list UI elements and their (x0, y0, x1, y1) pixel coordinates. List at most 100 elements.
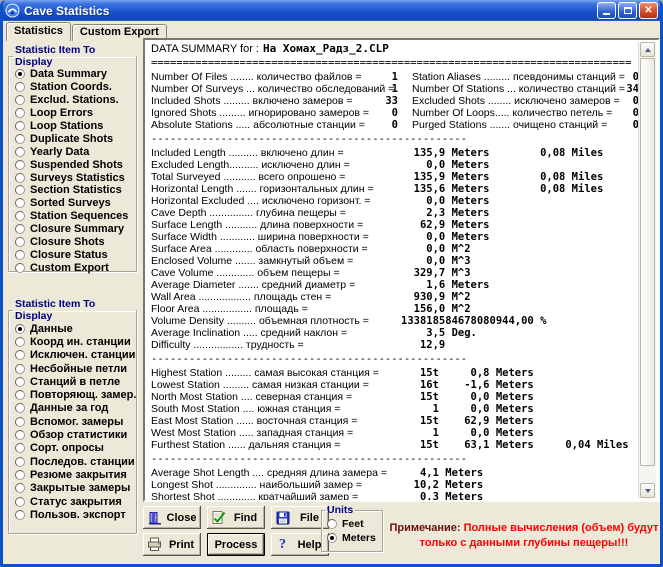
minimize-button[interactable] (597, 2, 616, 19)
sidebar-item[interactable]: Несбойные петли (15, 362, 136, 375)
radio-icon (15, 121, 25, 131)
scrollbar-thumb[interactable] (640, 58, 655, 466)
sidebar-item[interactable]: Закрытые замеры (15, 482, 136, 495)
scroll-up-button[interactable] (640, 42, 655, 57)
report-row: Surface Width ............ ширина поверх… (151, 231, 658, 243)
statistic-group-russian: Statistic Item To Display ДанныеКоорд ин… (8, 298, 137, 534)
report-row: Floor Area ................. площадь = 1… (151, 303, 658, 315)
sidebar-item[interactable]: Пользов. экспорт (15, 508, 136, 521)
note-line2: только с данными глубины пещеры!!! (420, 537, 629, 549)
sidebar-item[interactable]: Exclud. Stations. (15, 94, 136, 107)
sidebar-item[interactable]: Сорт. опросы (15, 442, 136, 455)
sidebar-item[interactable]: Обзор статистики (15, 428, 136, 441)
sidebar-item[interactable]: Sorted Surveys (15, 197, 136, 210)
sidebar-item[interactable]: Yearly Data (15, 145, 136, 158)
sidebar-item[interactable]: Вспомог. замеры (15, 415, 136, 428)
find-button[interactable]: Find (207, 506, 265, 529)
radio-icon (15, 510, 25, 520)
report-row: East Most Station ...... восточная станц… (151, 415, 658, 427)
sidebar-item[interactable]: Повторяющ. замер. (15, 388, 136, 401)
note-prefix: Примечание: (389, 522, 460, 534)
stat-label: Average Shot Length .... средняя длина з… (151, 467, 401, 479)
titlebar[interactable]: Cave Statistics ✕ (0, 0, 663, 21)
sidebar-item[interactable]: Surveys Statistics (15, 171, 136, 184)
report-row: North Most Station .... северная станция… (151, 391, 658, 403)
stat-value: 15t 63,1 Meters 0,04 Miles (401, 439, 629, 451)
statistic-group-english: Statistic Item To Display Data SummarySt… (8, 44, 137, 272)
sidebar-item[interactable]: Closure Status (15, 248, 136, 261)
sidebar-item[interactable]: Loop Errors (15, 107, 136, 120)
shot-block: Average Shot Length .... средняя длина з… (151, 467, 658, 502)
report-row: Included Length .......... включено длин… (151, 147, 658, 159)
sidebar-item[interactable]: Данные за год (15, 402, 136, 415)
stat-value: 1 0,0 Meters (401, 403, 534, 415)
process-button[interactable]: Process (207, 533, 265, 556)
stat-label: Excluded Shots ........ исключено замеро… (412, 95, 617, 107)
sidebar-item[interactable]: Последов. станции (15, 455, 136, 468)
units-option-feet[interactable]: Feet (327, 517, 382, 531)
sidebar-item-label: Вспомог. замеры (30, 416, 123, 428)
radio-icon (15, 337, 25, 347)
print-button[interactable]: Print (143, 533, 201, 556)
radio-icon (15, 497, 25, 507)
report-row: Shortest Shot ............. кратчайший з… (151, 491, 658, 502)
sidebar-item[interactable]: Duplicate Shots (15, 132, 136, 145)
sidebar-item[interactable]: Suspended Shots (15, 158, 136, 171)
report-row: Average Diameter ....... средний диаметр… (151, 279, 658, 291)
stat-value: 1 0,0 Meters (401, 427, 534, 439)
tab-statistics[interactable]: Statistics (6, 22, 71, 41)
separator-equals: ========================================… (151, 57, 658, 69)
radio-icon (15, 483, 25, 493)
radio-icon (15, 430, 25, 440)
stat-label: Lowest Station ......... самая низкая ст… (151, 379, 401, 391)
sidebar-item-label: Данные за год (30, 402, 108, 414)
sidebar-item[interactable]: Статус закрытия (15, 495, 136, 508)
report-row: Surface Area ............. область повер… (151, 243, 658, 255)
report-row: Furthest Station ...... дальняя станция … (151, 439, 658, 451)
note-line1: Полные вычисления (объем) будут (464, 522, 659, 534)
close-window-button[interactable]: ✕ (639, 2, 658, 19)
sidebar-item[interactable]: Custom Export (15, 261, 136, 274)
stat-value: 12,9 (401, 339, 445, 351)
stat-label: Horizontal Length ....... горизонтальных… (151, 183, 401, 195)
scroll-up-icon (645, 48, 651, 52)
stat-value: 156,0 M^2 (401, 303, 471, 315)
close-icon: ✕ (644, 5, 652, 16)
sidebar-item[interactable]: Loop Stations (15, 120, 136, 133)
units-option-meters[interactable]: Meters (327, 531, 382, 545)
report-panel[interactable]: DATA SUMMARY for : На Хомах_Радз_2.CLP =… (143, 38, 660, 502)
radio-icon (15, 350, 25, 360)
sidebar-item[interactable]: Data Summary (15, 68, 136, 81)
sidebar-item[interactable]: Коорд ин. станции (15, 335, 136, 348)
sidebar-item[interactable]: Резюме закрытия (15, 468, 136, 481)
sidebar-item-label: Section Statistics (30, 184, 122, 196)
group-title: Statistic Item To Display (13, 298, 136, 322)
stat-label: Highest Station ......... самая высокая … (151, 367, 401, 379)
sidebar-item[interactable]: Данные (15, 322, 136, 335)
statistic-options-russian: ДанныеКоорд ин. станцииИсключен. станции… (15, 322, 136, 521)
app-window: Cave Statistics ✕ Statistics Custom Expo… (0, 0, 663, 567)
stat-label: Shortest Shot ............. кратчайший з… (151, 491, 401, 502)
window-title: Cave Statistics (24, 4, 597, 18)
sidebar-item[interactable]: Station Sequences (15, 210, 136, 223)
note-text: Примечание: Полные вычисления (объем) бу… (387, 521, 661, 551)
sidebar-item[interactable]: Исключен. станции (15, 349, 136, 362)
stat-value: 0,0 Meters (401, 231, 490, 243)
sidebar-item[interactable]: Closure Summary (15, 223, 136, 236)
vertical-scrollbar[interactable] (638, 42, 656, 498)
sidebar-item-label: Исключен. станции (30, 349, 135, 361)
report-row: Number Of Files ........ количество файл… (151, 71, 658, 83)
sidebar-item[interactable]: Станций в петле (15, 375, 136, 388)
report-row: Enclosed Volume ....... замкнутый объем … (151, 255, 658, 267)
close-button[interactable]: Close (143, 506, 201, 529)
sidebar-item[interactable]: Section Statistics (15, 184, 136, 197)
stat-label: Purged Stations ....... очищено станций … (412, 119, 617, 131)
maximize-button[interactable] (618, 2, 637, 19)
sidebar-item[interactable]: Station Coords. (15, 81, 136, 94)
stat-value: 0 (617, 119, 639, 131)
scroll-down-button[interactable] (640, 483, 655, 498)
sidebar-item[interactable]: Closure Shots (15, 236, 136, 249)
stat-value: 0,0 Meters (401, 159, 490, 171)
report-header: DATA SUMMARY for : На Хомах_Радз_2.CLP (151, 43, 658, 55)
stat-label: South Most Station .... южная станция = (151, 403, 401, 415)
